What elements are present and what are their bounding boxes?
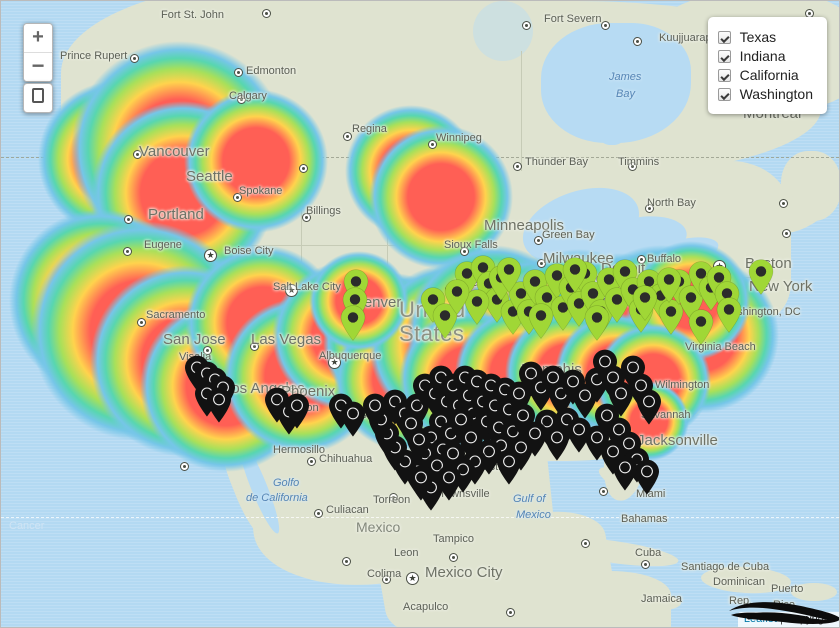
checkbox-icon[interactable] bbox=[717, 68, 731, 82]
legend-item-label: Texas bbox=[739, 29, 777, 45]
city-dot-icon bbox=[307, 457, 316, 466]
city-dot-icon bbox=[506, 608, 515, 617]
capital-star-icon: ★ bbox=[204, 249, 217, 262]
checkbox-icon[interactable] bbox=[717, 49, 731, 63]
city-dot-icon bbox=[130, 54, 139, 63]
legend-item-label: California bbox=[739, 67, 799, 83]
legend-item-washington[interactable]: Washington bbox=[717, 86, 813, 102]
city-dot-icon bbox=[599, 487, 608, 496]
zoom-out-button[interactable]: − bbox=[24, 52, 52, 81]
capital-star-icon: ★ bbox=[527, 376, 540, 389]
capital-star-icon: ★ bbox=[406, 572, 419, 585]
city-dot-icon bbox=[137, 318, 146, 327]
legend-item-texas[interactable]: Texas bbox=[717, 29, 813, 45]
legend-item-indiana[interactable]: Indiana bbox=[717, 48, 813, 64]
attribution-bar: Leaflet | Copyright bbox=[737, 612, 839, 627]
city-dot-icon bbox=[123, 247, 132, 256]
city-dot-icon bbox=[445, 285, 454, 294]
city-dot-icon bbox=[283, 416, 292, 425]
city-dot-icon bbox=[581, 539, 590, 548]
city-dot-icon bbox=[382, 575, 391, 584]
city-dot-icon bbox=[389, 493, 398, 502]
city-dot-icon bbox=[637, 255, 646, 264]
map-application: ★ ★ ★ ★ ★ ★ Fort St. John Fort Severn Kuujjuara… bbox=[0, 0, 840, 628]
city-dot-icon bbox=[203, 346, 212, 355]
city-dot-icon bbox=[569, 278, 578, 287]
legend-item-label: Indiana bbox=[739, 48, 786, 64]
city-dot-icon bbox=[299, 164, 308, 173]
city-dot-icon bbox=[237, 95, 246, 104]
leaflet-link[interactable]: Leaflet bbox=[744, 613, 777, 625]
city-dot-icon bbox=[233, 193, 242, 202]
city-dot-icon bbox=[302, 213, 311, 222]
copyright-label: Copyright bbox=[785, 613, 833, 625]
fullscreen-icon bbox=[32, 88, 44, 103]
city-dot-icon bbox=[611, 437, 620, 446]
city-dot-icon bbox=[460, 247, 469, 256]
city-dot-icon bbox=[428, 140, 437, 149]
fullscreen-button[interactable] bbox=[23, 83, 53, 113]
city-dot-icon bbox=[779, 199, 788, 208]
legend-item-california[interactable]: California bbox=[717, 67, 813, 83]
city-dot-icon bbox=[180, 462, 189, 471]
zoom-control[interactable]: + − bbox=[23, 23, 53, 82]
city-dot-icon bbox=[449, 553, 458, 562]
city-dot-icon bbox=[342, 557, 351, 566]
city-dot-icon bbox=[628, 162, 637, 171]
city-dot-icon bbox=[262, 9, 271, 18]
attribution-separator: | bbox=[780, 613, 783, 625]
city-dot-icon bbox=[314, 509, 323, 518]
checkbox-icon[interactable] bbox=[717, 30, 731, 44]
city-dot-icon bbox=[513, 162, 522, 171]
city-dot-icon bbox=[641, 560, 650, 569]
city-dot-icon bbox=[234, 68, 243, 77]
city-dot-icon bbox=[522, 21, 531, 30]
city-dot-icon bbox=[624, 282, 633, 291]
city-dot-icon bbox=[250, 342, 259, 351]
city-dot-icon bbox=[343, 132, 352, 141]
city-dot-icon bbox=[601, 21, 610, 30]
capital-star-icon: ★ bbox=[713, 260, 726, 273]
city-dot-icon bbox=[534, 236, 543, 245]
city-dot-icon bbox=[124, 215, 133, 224]
capital-star-icon: ★ bbox=[328, 356, 341, 369]
checkbox-icon[interactable] bbox=[717, 87, 731, 101]
city-dot-icon bbox=[537, 259, 546, 268]
zoom-in-button[interactable]: + bbox=[24, 24, 52, 52]
city-dot-icon bbox=[645, 204, 654, 213]
city-dot-icon bbox=[133, 150, 142, 159]
capital-star-icon: ★ bbox=[285, 284, 298, 297]
layers-legend-control[interactable]: Texas Indiana California Washington bbox=[707, 17, 827, 114]
city-dot-icon bbox=[782, 229, 791, 238]
legend-item-label: Washington bbox=[739, 86, 813, 102]
city-dot-icon bbox=[633, 37, 642, 46]
